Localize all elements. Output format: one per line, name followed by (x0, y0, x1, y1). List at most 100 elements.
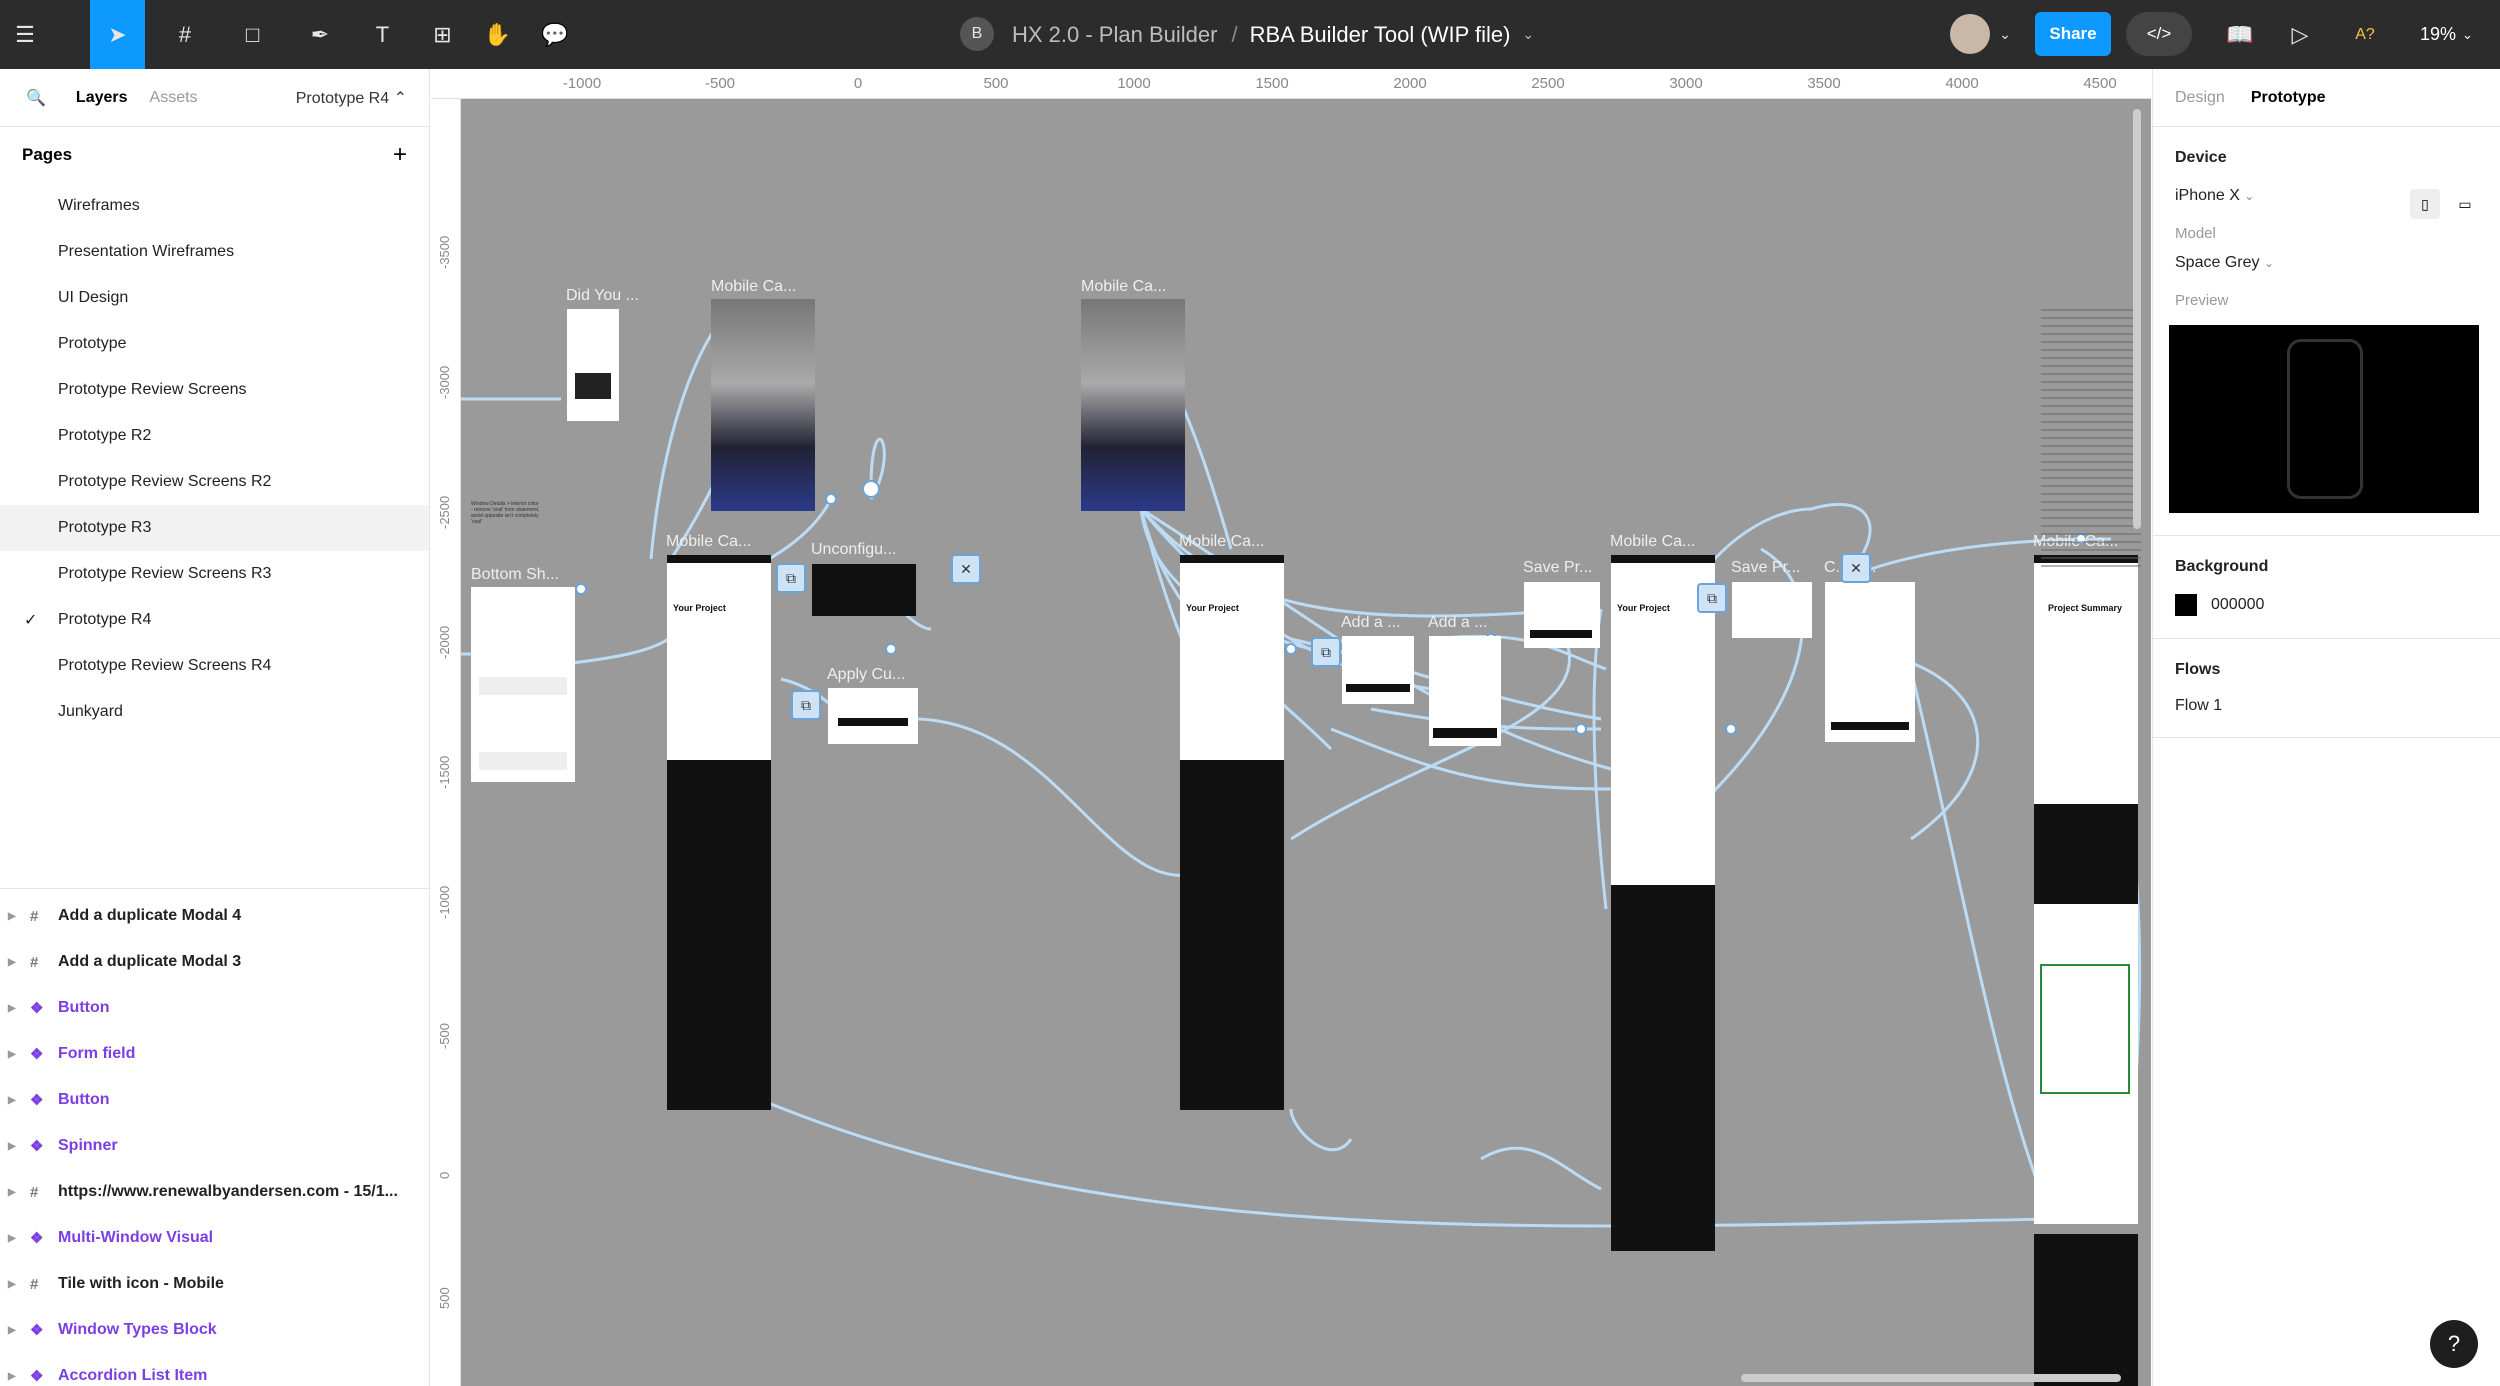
add-page-icon[interactable]: + (393, 141, 407, 169)
project-name[interactable]: HX 2.0 - Plan Builder (1012, 22, 1217, 48)
vertical-scrollbar[interactable] (2133, 109, 2141, 529)
expand-icon[interactable]: ▶ (8, 911, 16, 922)
expand-icon[interactable]: ▶ (8, 1003, 16, 1014)
layer-item[interactable]: ▶ ❖ Accordion List Item (0, 1353, 429, 1386)
apply-customization-modal[interactable] (828, 688, 918, 744)
frame-label[interactable]: Did You ... (566, 287, 639, 305)
present-icon[interactable]: ▷ (2280, 0, 2320, 69)
layer-item[interactable]: ▶ ❖ Button (0, 985, 429, 1031)
chevron-down-icon[interactable]: ⌄ (1522, 26, 1534, 43)
page-item[interactable]: Presentation Wireframes (0, 229, 429, 275)
page-item[interactable]: Prototype (0, 321, 429, 367)
expand-icon[interactable]: ▶ (8, 1095, 16, 1106)
expand-icon[interactable]: ▶ (8, 1233, 16, 1244)
pen-tool-icon[interactable]: ✒ (295, 0, 345, 69)
frame-label[interactable]: Save Pr... (1523, 559, 1592, 577)
expand-icon[interactable]: ▶ (8, 1141, 16, 1152)
your-project-frame[interactable]: Your Project (1180, 555, 1284, 760)
expand-icon[interactable]: ▶ (8, 1325, 16, 1336)
frame-label[interactable]: Mobile Ca... (1610, 533, 1695, 551)
add-duplicate-modal[interactable] (1429, 636, 1501, 746)
expand-icon[interactable]: ▶ (8, 1279, 16, 1290)
color-swatch[interactable] (2175, 594, 2197, 616)
frame-label[interactable]: Apply Cu... (827, 666, 905, 684)
page-item[interactable]: Junkyard (0, 689, 429, 735)
did-you-know-frame[interactable] (567, 309, 619, 421)
frame-tool-icon[interactable]: # (160, 0, 210, 69)
tab-prototype[interactable]: Prototype (2251, 89, 2326, 107)
save-project-modal[interactable] (1524, 582, 1600, 648)
frame-label[interactable]: Mobile Ca... (1081, 278, 1166, 296)
frame-label[interactable]: Save Pr... (1731, 559, 1800, 577)
model-select[interactable]: Space Grey ⌄ (2175, 254, 2478, 272)
missing-fonts-icon[interactable]: A? (2345, 0, 2385, 69)
page-item[interactable]: ✓ Prototype R4 (0, 597, 429, 643)
tab-assets[interactable]: Assets (150, 89, 198, 107)
canvas[interactable]: -1000 -500 0 500 1000 1500 2000 2500 3000 3500 400… (431, 69, 2151, 1386)
expand-icon[interactable]: ▶ (8, 957, 16, 968)
expand-icon[interactable]: ▶ (8, 1371, 16, 1382)
text-tool-icon[interactable]: T (360, 0, 405, 69)
frame-label[interactable]: Add a ... (1341, 614, 1401, 632)
frame-label[interactable]: Mobile Ca... (711, 278, 796, 296)
bottom-sheet-frame[interactable] (471, 587, 575, 782)
file-name[interactable]: RBA Builder Tool (WIP file) (1250, 22, 1511, 48)
layer-item[interactable]: ▶ ❖ Form field (0, 1031, 429, 1077)
page-item[interactable]: Prototype Review Screens R2 (0, 459, 429, 505)
portrait-icon[interactable]: ▯ (2410, 189, 2440, 219)
add-duplicate-modal[interactable] (1342, 636, 1414, 704)
frame-label[interactable]: Unconfigu... (811, 541, 896, 559)
mobile-camera-frame[interactable] (1081, 299, 1185, 511)
layer-item[interactable]: ▶ # Add a duplicate Modal 4 (0, 893, 429, 939)
tab-design[interactable]: Design (2175, 89, 2225, 107)
page-item[interactable]: Prototype Review Screens R3 (0, 551, 429, 597)
your-project-frame[interactable]: Your Project (667, 555, 771, 760)
resources-icon[interactable]: ⊞ (420, 0, 465, 69)
page-item[interactable]: Prototype Review Screens (0, 367, 429, 413)
main-menu-icon[interactable]: ☰ (0, 0, 50, 69)
page-item[interactable]: Prototype R3 (0, 505, 429, 551)
frame-label[interactable]: Bottom Sh... (471, 566, 559, 584)
layer-item[interactable]: ▶ # https://www.renewalbyandersen.com - 15… (0, 1169, 429, 1215)
save-project-modal[interactable] (1732, 582, 1812, 638)
library-icon[interactable]: 📖 (2220, 0, 2260, 69)
horizontal-scrollbar[interactable] (1741, 1374, 2121, 1382)
layer-item[interactable]: ▶ ❖ Spinner (0, 1123, 429, 1169)
comment-tool-icon[interactable]: 💬 (530, 0, 580, 69)
team-avatar[interactable]: B (960, 17, 994, 51)
share-button[interactable]: Share (2035, 12, 2111, 56)
expand-icon[interactable]: ▶ (8, 1187, 16, 1198)
page-item[interactable]: Prototype Review Screens R4 (0, 643, 429, 689)
move-tool-icon[interactable]: ➤ (90, 0, 145, 69)
page-item[interactable]: Wireframes (0, 183, 429, 229)
help-button[interactable]: ? (2430, 1320, 2478, 1368)
zoom-level[interactable]: 19% ⌄ (2420, 0, 2473, 69)
dev-mode-toggle[interactable]: </> (2126, 12, 2192, 56)
frame-label[interactable]: Mobile Ca... (666, 533, 751, 551)
hand-tool-icon[interactable]: ✋ (475, 0, 520, 69)
page-item[interactable]: Prototype R2 (0, 413, 429, 459)
create-account-frame[interactable] (1825, 582, 1915, 742)
mobile-camera-frame[interactable] (711, 299, 815, 511)
unconfigured-modal-frame[interactable] (812, 564, 916, 616)
layer-item[interactable]: ▶ ❖ Multi-Window Visual (0, 1215, 429, 1261)
layer-item[interactable]: ▶ ❖ Button (0, 1077, 429, 1123)
layer-item[interactable]: ▶ # Add a duplicate Modal 3 (0, 939, 429, 985)
expand-icon[interactable]: ▶ (8, 1049, 16, 1060)
chevron-down-icon[interactable]: ⌄ (1995, 0, 2015, 69)
shape-tool-icon[interactable]: □ (225, 0, 280, 69)
avatar[interactable] (1950, 14, 1990, 54)
flow-item[interactable]: Flow 1 (2175, 697, 2478, 715)
layer-item[interactable]: ▶ # Tile with icon - Mobile (0, 1261, 429, 1307)
make-project-reality-section (2034, 1234, 2138, 1386)
page-switcher[interactable]: Prototype R4 ⌃ (296, 88, 407, 108)
search-icon[interactable]: 🔍 (26, 88, 46, 108)
background-color-field[interactable]: 000000 (2175, 594, 2478, 616)
layer-item[interactable]: ▶ ❖ Window Types Block (0, 1307, 429, 1353)
frame-label[interactable]: Add a ... (1428, 614, 1488, 632)
page-item[interactable]: UI Design (0, 275, 429, 321)
landscape-icon[interactable]: ▭ (2450, 189, 2480, 219)
tab-layers[interactable]: Layers (76, 89, 128, 107)
component-icon: ❖ (30, 1322, 44, 1339)
frame-label[interactable]: Mobile Ca... (1179, 533, 1264, 551)
